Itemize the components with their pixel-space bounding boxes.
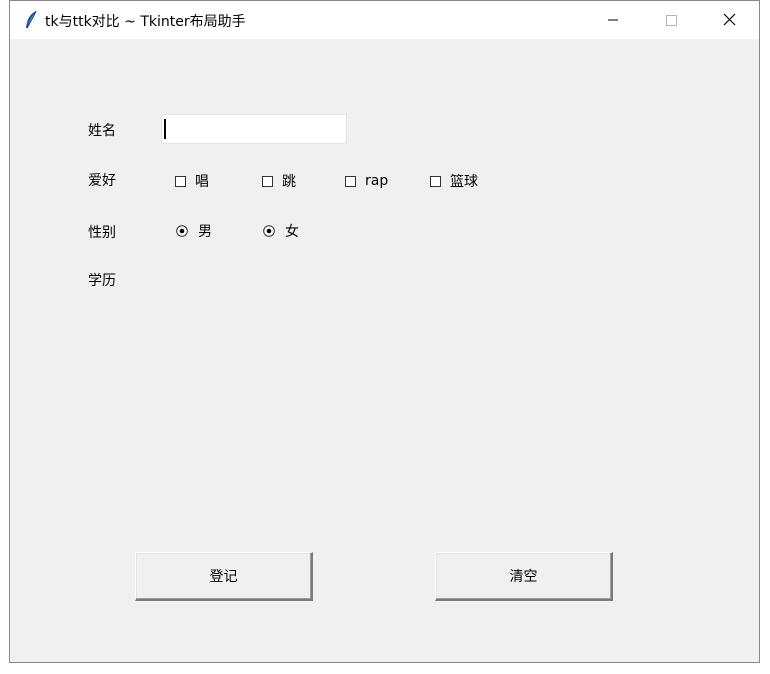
name-input[interactable]	[161, 114, 347, 144]
clear-button[interactable]: 清空	[435, 552, 613, 601]
radio-selected-icon	[176, 225, 188, 237]
text-caret	[164, 119, 166, 139]
hobby-checkbox-dance[interactable]: 跳	[262, 171, 296, 191]
register-button[interactable]: 登记	[135, 552, 313, 601]
minimize-icon	[608, 19, 618, 21]
hobby-checkbox-basketball[interactable]: 篮球	[430, 171, 478, 191]
name-label: 姓名	[88, 123, 116, 139]
app-window: tk与ttk对比 ~ Tkinter布局助手 姓名 爱好 唱 跳 rap 篮球 …	[9, 0, 760, 663]
education-label: 学历	[88, 273, 116, 289]
hobby-checkbox-rap[interactable]: rap	[345, 171, 388, 191]
close-button[interactable]	[700, 1, 758, 39]
gender-radio-male[interactable]: 男	[176, 221, 212, 241]
form-area: 姓名 爱好 唱 跳 rap 篮球 性别 男 女 学历 登记 清空	[10, 39, 759, 662]
maximize-button[interactable]	[642, 1, 700, 39]
tk-feather-icon	[24, 10, 38, 30]
close-icon	[723, 13, 736, 26]
checkbox-icon	[430, 175, 441, 187]
hobby-checkbox-sing[interactable]: 唱	[175, 171, 209, 191]
window-title: tk与ttk对比 ~ Tkinter布局助手	[45, 14, 246, 30]
radio-selected-icon	[263, 225, 275, 237]
hobby-label: 爱好	[88, 173, 116, 189]
checkbox-icon	[262, 175, 273, 187]
title-bar[interactable]: tk与ttk对比 ~ Tkinter布局助手	[10, 1, 759, 39]
maximize-icon	[666, 15, 677, 26]
gender-label: 性别	[88, 225, 116, 241]
checkbox-icon	[345, 175, 356, 187]
checkbox-icon	[175, 175, 186, 187]
gender-radio-female[interactable]: 女	[263, 221, 299, 241]
minimize-button[interactable]	[584, 1, 642, 39]
